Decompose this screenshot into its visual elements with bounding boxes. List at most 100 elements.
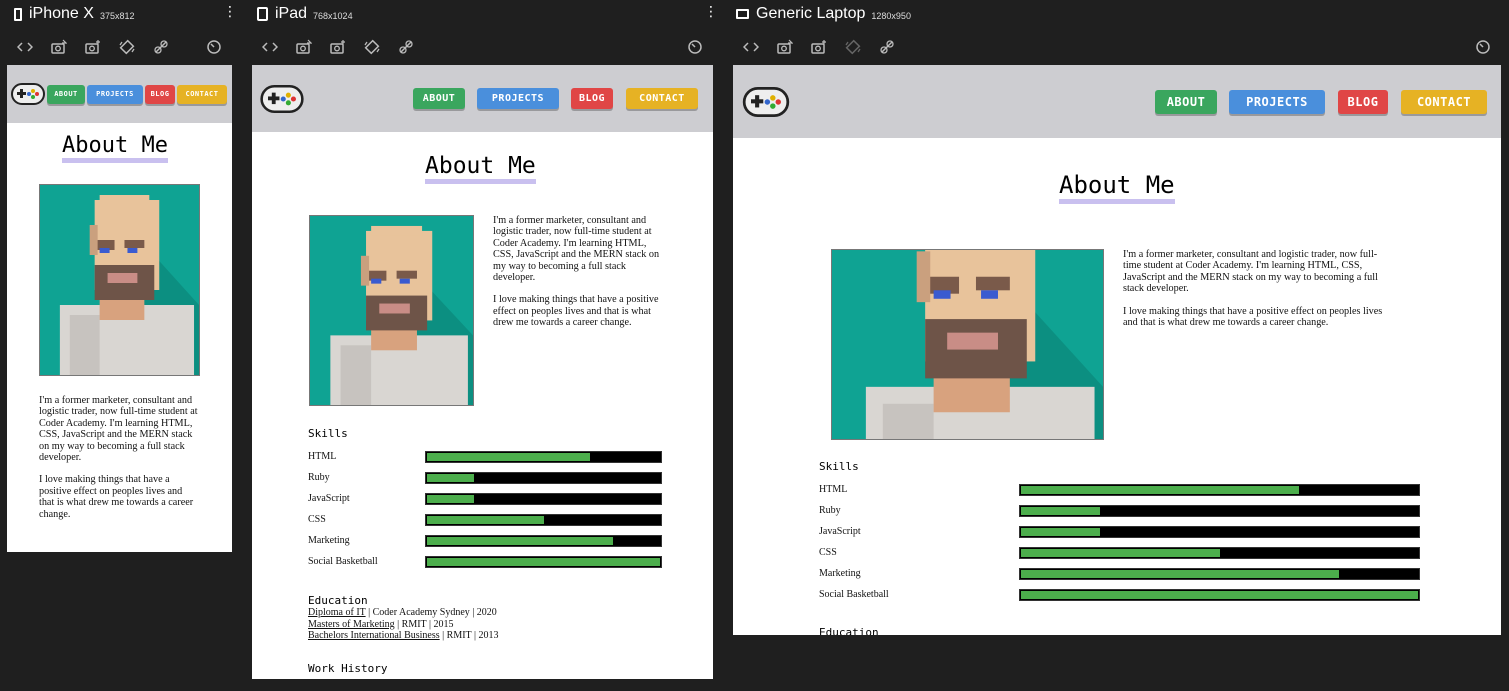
gamepad-icon[interactable] [741, 87, 791, 117]
camera-add-icon[interactable] [810, 38, 828, 56]
device-header: iPhone X 375x812 [14, 0, 134, 28]
page-title: About Me [62, 133, 168, 163]
skill-fill [1021, 549, 1220, 557]
nav-about-button[interactable]: ABOUT [1155, 90, 1217, 114]
code-icon[interactable] [261, 38, 279, 56]
skill-fill [1021, 507, 1101, 515]
skill-label: JavaScript [819, 526, 861, 537]
page-title: About Me [1059, 171, 1175, 204]
navbar: ABOUT PROJECTS BLOG CONTACT [252, 65, 713, 132]
nav-projects-button[interactable]: PROJECTS [477, 88, 559, 109]
rotate-icon[interactable] [844, 38, 862, 56]
rotate-icon[interactable] [118, 38, 136, 56]
skill-bar [425, 556, 662, 568]
bio-paragraph-1: I'm a former marketer, consultant and lo… [1123, 249, 1378, 295]
skill-bar [425, 514, 662, 526]
bio-paragraph-2: I love making things that have a positiv… [1123, 305, 1383, 329]
laptop-icon [736, 9, 749, 19]
education-heading: Education [819, 626, 879, 635]
skills-heading: Skills [819, 460, 859, 473]
gamepad-icon[interactable] [260, 85, 304, 113]
camera-edit-icon[interactable] [295, 38, 313, 56]
rotate-icon[interactable] [363, 38, 381, 56]
bio-paragraph-1: I'm a former marketer, consultant and lo… [39, 395, 198, 464]
skill-label: Ruby [819, 505, 841, 516]
device-name: iPhone X [29, 5, 94, 22]
navbar: ABOUT PROJECTS BLOG CONTACT [733, 65, 1501, 138]
education-item: Masters of Marketing | RMIT | 2015 [308, 618, 454, 630]
profile-image [39, 184, 200, 376]
link-icon[interactable] [878, 38, 896, 56]
device-name: Generic Laptop [756, 5, 866, 22]
skill-label: JavaScript [308, 493, 350, 504]
skill-label: CSS [819, 547, 837, 558]
page-title: About Me [425, 153, 536, 184]
nav-contact-button[interactable]: CONTACT [1401, 90, 1487, 114]
nav-blog-button[interactable]: BLOG [145, 85, 175, 104]
skill-bar [1019, 505, 1420, 517]
skill-label: HTML [308, 451, 337, 462]
nav-contact-button[interactable]: CONTACT [626, 88, 698, 109]
more-icon[interactable]: ⋮ [223, 4, 237, 20]
skill-bar [1019, 568, 1420, 580]
skill-fill [427, 537, 614, 545]
skill-label: Marketing [819, 568, 861, 579]
camera-edit-icon[interactable] [776, 38, 794, 56]
nav-blog-button[interactable]: BLOG [1338, 90, 1388, 114]
skill-bar [425, 535, 662, 547]
nav-projects-button[interactable]: PROJECTS [87, 85, 143, 104]
reset-icon[interactable] [205, 38, 223, 56]
device-toolbar [742, 38, 912, 56]
education-link[interactable]: Diploma of IT [308, 607, 366, 618]
nav-contact-button[interactable]: CONTACT [177, 85, 227, 104]
more-icon[interactable]: ⋮ [704, 4, 718, 20]
skill-label: Social Basketball [819, 589, 889, 600]
navbar: ABOUT PROJECTS BLOG CONTACT [7, 65, 232, 123]
tablet-screen: ABOUT PROJECTS BLOG CONTACT About Me I'm… [252, 65, 713, 679]
phone-icon [14, 7, 22, 21]
bio-text: I'm a former marketer, consultant and lo… [1123, 249, 1395, 339]
work-history-heading: Work History [308, 662, 388, 675]
nav-about-button[interactable]: ABOUT [47, 85, 85, 104]
phone-screen: ABOUT PROJECTS BLOG CONTACT About Me I'm… [7, 65, 232, 552]
education-link[interactable]: Masters of Marketing [308, 619, 395, 630]
skill-fill [427, 453, 591, 461]
reset-icon[interactable] [1474, 38, 1492, 56]
code-icon[interactable] [16, 38, 34, 56]
link-icon[interactable] [397, 38, 415, 56]
bio-paragraph-1: I'm a former marketer, consultant and lo… [493, 215, 660, 284]
device-header: iPad 768x1024 [257, 0, 353, 28]
nav-projects-button[interactable]: PROJECTS [1229, 90, 1325, 114]
profile-image [309, 215, 474, 406]
profile-image [831, 249, 1104, 440]
nav-about-button[interactable]: ABOUT [413, 88, 465, 109]
device-header: Generic Laptop 1280x950 [736, 0, 911, 28]
skill-bar [425, 493, 662, 505]
nav-blog-button[interactable]: BLOG [571, 88, 613, 109]
device-size: 768x1024 [313, 10, 353, 21]
education-item: Diploma of IT | Coder Academy Sydney | 2… [308, 607, 497, 618]
device-size: 1280x950 [871, 10, 911, 21]
education-link[interactable]: Bachelors International Business [308, 630, 440, 641]
skill-label: Social Basketball [308, 556, 378, 567]
camera-edit-icon[interactable] [50, 38, 68, 56]
link-icon[interactable] [152, 38, 170, 56]
skill-fill [427, 516, 544, 524]
reset-icon[interactable] [686, 38, 704, 56]
code-icon[interactable] [742, 38, 760, 56]
skill-label: HTML [819, 484, 848, 495]
bio-paragraph-2: I love making things that have a positiv… [39, 474, 194, 520]
skill-fill [1021, 486, 1299, 494]
gamepad-icon[interactable] [11, 83, 45, 105]
skill-fill [427, 474, 474, 482]
camera-add-icon[interactable] [329, 38, 347, 56]
skill-fill [427, 558, 660, 566]
device-toolbar [16, 38, 186, 56]
skill-bar [425, 472, 662, 484]
camera-add-icon[interactable] [84, 38, 102, 56]
skill-bar [1019, 589, 1420, 601]
bio-text: I'm a former marketer, consultant and lo… [39, 395, 199, 531]
laptop-screen: ABOUT PROJECTS BLOG CONTACT About Me I'm… [733, 65, 1501, 635]
bio-paragraph-2: I love making things that have a positiv… [493, 294, 659, 329]
skill-fill [1021, 570, 1339, 578]
